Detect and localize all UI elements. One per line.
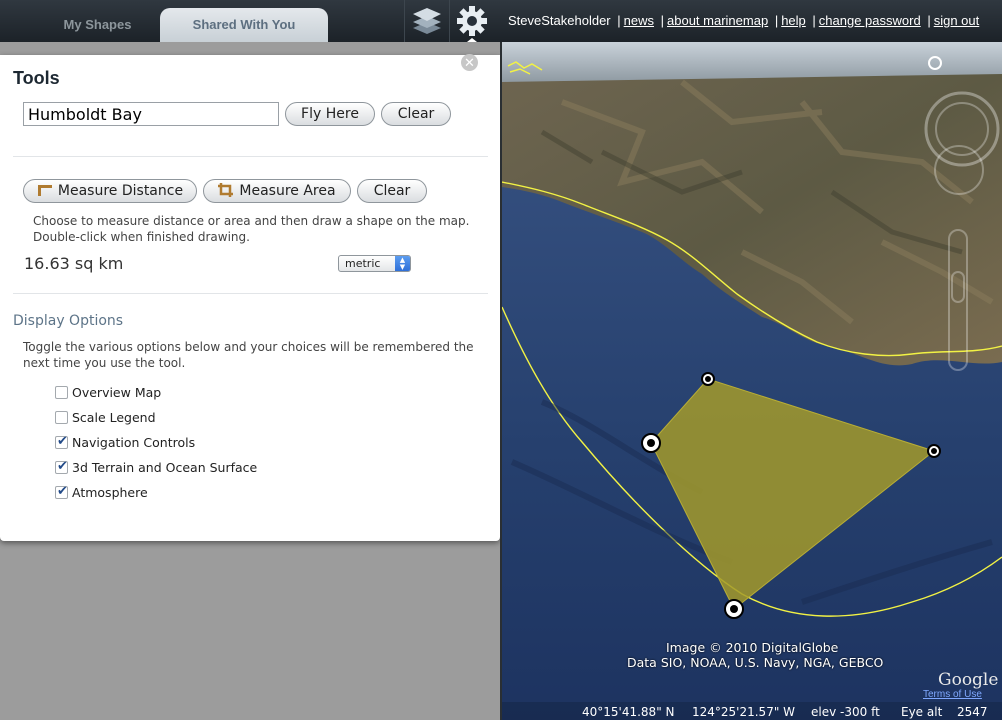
elevation-readout: elev -300 ft (811, 705, 880, 719)
layers-icon (413, 8, 441, 34)
imagery-credit: Image © 2010 DigitalGlobe (666, 640, 839, 655)
divider (13, 293, 488, 294)
terms-of-use-link[interactable]: Terms of Use (923, 689, 982, 700)
measure-help-text: Choose to measure distance or area and t… (33, 214, 470, 244)
map-view[interactable]: Image © 2010 DigitalGlobe Data SIO, NOAA… (502, 42, 1002, 720)
tab-my-shapes[interactable]: My Shapes (20, 8, 175, 42)
ruler-icon (37, 185, 52, 196)
option-label: Atmosphere (72, 485, 148, 500)
sidebar: Tools ✕ Fly Here Clear Measure Distance … (0, 42, 500, 720)
checkbox-overview-map[interactable] (55, 386, 68, 399)
polygon-vertex-handle[interactable] (927, 444, 941, 458)
checkbox-scale-legend[interactable] (55, 411, 68, 424)
eye-alt-value: 2547 (957, 705, 988, 719)
measure-distance-button[interactable]: Measure Distance (23, 179, 197, 203)
news-link[interactable]: news (624, 13, 654, 28)
location-search-input[interactable] (23, 102, 279, 126)
tab-shared-with-you[interactable]: Shared With You (160, 8, 328, 42)
polygon-vertex-handle[interactable] (701, 372, 715, 386)
latitude-readout: 40°15'41.88" N (582, 705, 675, 719)
polygon-vertex-handle[interactable] (641, 433, 661, 453)
select-arrows-icon: ▲ ▼ (395, 256, 410, 271)
polygon-vertex-handle[interactable] (724, 599, 744, 619)
clear-location-button[interactable]: Clear (381, 102, 451, 126)
option-label: 3d Terrain and Ocean Surface (72, 460, 258, 475)
help-link[interactable]: help (781, 13, 806, 28)
units-selected-value: metric (345, 257, 381, 270)
longitude-readout: 124°25'21.57" W (692, 705, 796, 719)
username-label: SteveStakeholder (508, 13, 611, 28)
change-password-link[interactable]: change password (819, 13, 921, 28)
gear-icon (457, 6, 487, 42)
tools-panel: Tools ✕ Fly Here Clear Measure Distance … (0, 54, 500, 541)
data-credit: Data SIO, NOAA, U.S. Navy, NGA, GEBCO (627, 655, 884, 670)
measure-result: 16.63 sq km (24, 254, 124, 273)
top-bar: My Shapes Shared With You SteveStakehold… (0, 0, 1002, 42)
display-options-title: Display Options (13, 313, 124, 329)
option-label: Scale Legend (72, 410, 156, 425)
units-select[interactable]: metric ▲ ▼ (338, 255, 411, 272)
google-logo: Google (938, 670, 999, 690)
map-imagery (502, 42, 1002, 720)
display-options-help: Toggle the various options below and you… (23, 340, 474, 370)
option-label: Navigation Controls (72, 435, 196, 450)
eye-alt-label: Eye alt (901, 705, 943, 719)
user-links: SteveStakeholder | news | about marinemap … (508, 13, 980, 28)
tools-title: Tools (13, 68, 60, 88)
divider (13, 156, 488, 157)
measure-area-label: Measure Area (239, 183, 336, 199)
checkbox-atmosphere[interactable] (55, 484, 68, 499)
clear-measure-button[interactable]: Clear (357, 179, 427, 203)
crop-icon (218, 183, 234, 197)
layers-button[interactable] (404, 0, 448, 42)
fly-here-button[interactable]: Fly Here (285, 102, 375, 126)
checkbox-navigation-controls[interactable] (55, 434, 68, 449)
checkbox-3d-terrain[interactable] (55, 459, 68, 474)
sign-out-link[interactable]: sign out (934, 13, 980, 28)
close-icon[interactable]: ✕ (461, 54, 478, 71)
measure-distance-label: Measure Distance (57, 183, 184, 199)
measure-area-button[interactable]: Measure Area (203, 179, 351, 203)
option-label: Overview Map (72, 385, 162, 400)
about-link[interactable]: about marinemap (667, 13, 768, 28)
settings-button[interactable] (449, 0, 493, 42)
